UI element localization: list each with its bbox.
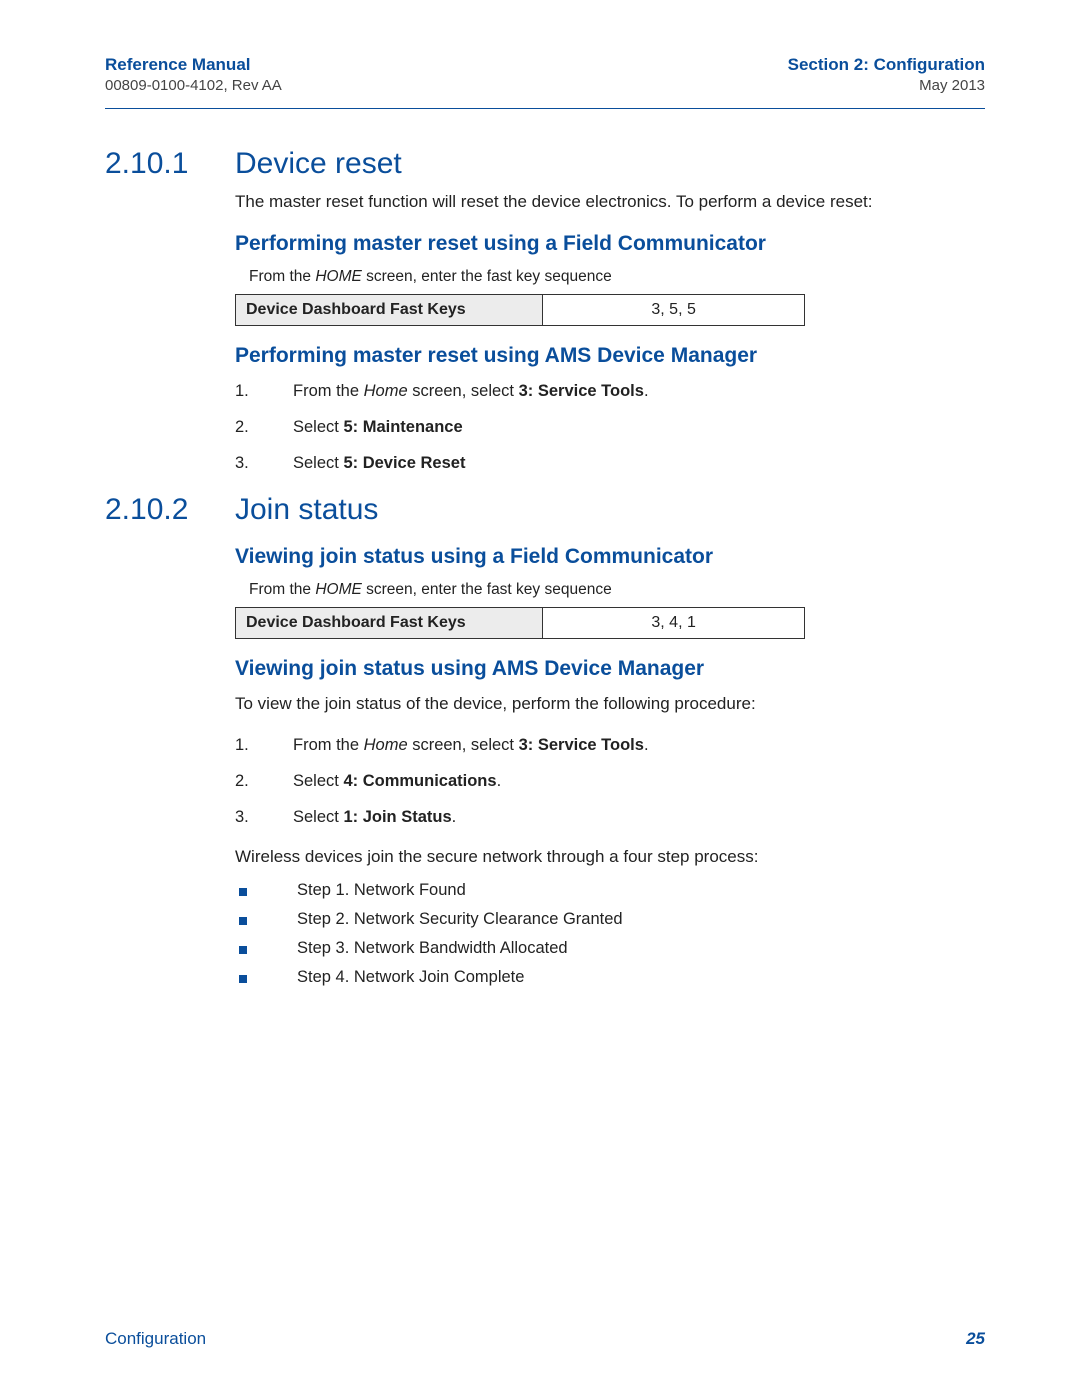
- section-number: 2.10.1: [105, 147, 235, 181]
- step-number: 1.: [235, 380, 293, 402]
- text: screen, enter the fast key sequence: [362, 581, 612, 598]
- text: screen, enter the fast key sequence: [362, 268, 612, 285]
- list-item: Step 1. Network Found: [235, 881, 985, 900]
- section-2-10-2: 2.10.2 Join status: [105, 493, 985, 527]
- join-process-steps: Step 1. Network Found Step 2. Network Se…: [235, 881, 985, 987]
- fastkeys-label: Device Dashboard Fast Keys: [236, 294, 543, 325]
- subheading-field-comm-join: Viewing join status using a Field Commun…: [235, 545, 985, 569]
- subheading-ams-reset: Performing master reset using AMS Device…: [235, 344, 985, 368]
- header-right-title: Section 2: Configuration: [788, 55, 985, 75]
- step-number: 2.: [235, 770, 293, 792]
- step-number: 2.: [235, 416, 293, 438]
- ams-join-intro: To view the join status of the device, p…: [235, 693, 985, 716]
- list-item: 1. From the Home screen, select 3: Servi…: [235, 380, 985, 402]
- step-number: 3.: [235, 806, 293, 828]
- step-text: Select 5: Device Reset: [293, 452, 465, 474]
- home-screen-ref: HOME: [315, 268, 362, 285]
- page-header: Reference Manual 00809-0100-4102, Rev AA…: [105, 55, 985, 94]
- header-rule: [105, 108, 985, 109]
- text: From the: [249, 268, 315, 285]
- list-item: Step 2. Network Security Clearance Grant…: [235, 910, 985, 929]
- list-item: 2. Select 4: Communications.: [235, 770, 985, 792]
- step-text: Select 5: Maintenance: [293, 416, 463, 438]
- list-item: 2. Select 5: Maintenance: [235, 416, 985, 438]
- list-item: Step 4. Network Join Complete: [235, 968, 985, 987]
- step-text: Select 1: Join Status.: [293, 806, 456, 828]
- footer-section: Configuration: [105, 1329, 206, 1349]
- ams-join-steps: 1. From the Home screen, select 3: Servi…: [235, 734, 985, 829]
- bullet-icon: [239, 917, 247, 925]
- fastkeys-table-join: Device Dashboard Fast Keys 3, 4, 1: [235, 607, 805, 639]
- fastkeys-label: Device Dashboard Fast Keys: [236, 607, 543, 638]
- bullet-text: Step 3. Network Bandwidth Allocated: [297, 939, 568, 958]
- list-item: 1. From the Home screen, select 3: Servi…: [235, 734, 985, 756]
- bullet-icon: [239, 888, 247, 896]
- text: From the: [249, 581, 315, 598]
- list-item: 3. Select 1: Join Status.: [235, 806, 985, 828]
- section-number: 2.10.2: [105, 493, 235, 527]
- fastkey-instruction: From the HOME screen, enter the fast key…: [249, 268, 985, 286]
- step-text: Select 4: Communications.: [293, 770, 501, 792]
- fastkey-instruction: From the HOME screen, enter the fast key…: [249, 581, 985, 599]
- header-left-sub: 00809-0100-4102, Rev AA: [105, 77, 282, 94]
- list-item: Step 3. Network Bandwidth Allocated: [235, 939, 985, 958]
- bullet-text: Step 2. Network Security Clearance Grant…: [297, 910, 623, 929]
- section-title: Device reset: [235, 147, 402, 181]
- subheading-ams-join: Viewing join status using AMS Device Man…: [235, 657, 985, 681]
- step-text: From the Home screen, select 3: Service …: [293, 380, 649, 402]
- process-intro: Wireless devices join the secure network…: [235, 846, 985, 869]
- home-screen-ref: HOME: [315, 581, 362, 598]
- section-intro: The master reset function will reset the…: [235, 191, 985, 214]
- page-footer: Configuration 25: [105, 1329, 985, 1349]
- section-2-10-1: 2.10.1 Device reset: [105, 147, 985, 181]
- bullet-icon: [239, 946, 247, 954]
- step-number: 1.: [235, 734, 293, 756]
- bullet-icon: [239, 975, 247, 983]
- bullet-text: Step 1. Network Found: [297, 881, 466, 900]
- fastkeys-value: 3, 5, 5: [543, 294, 805, 325]
- list-item: 3. Select 5: Device Reset: [235, 452, 985, 474]
- step-number: 3.: [235, 452, 293, 474]
- header-left-title: Reference Manual: [105, 55, 282, 75]
- subheading-field-comm-reset: Performing master reset using a Field Co…: [235, 232, 985, 256]
- fastkeys-value: 3, 4, 1: [543, 607, 805, 638]
- section-title: Join status: [235, 493, 378, 527]
- header-right-sub: May 2013: [788, 77, 985, 94]
- ams-reset-steps: 1. From the Home screen, select 3: Servi…: [235, 380, 985, 475]
- fastkeys-table-reset: Device Dashboard Fast Keys 3, 5, 5: [235, 294, 805, 326]
- footer-page-number: 25: [966, 1329, 985, 1349]
- step-text: From the Home screen, select 3: Service …: [293, 734, 649, 756]
- bullet-text: Step 4. Network Join Complete: [297, 968, 524, 987]
